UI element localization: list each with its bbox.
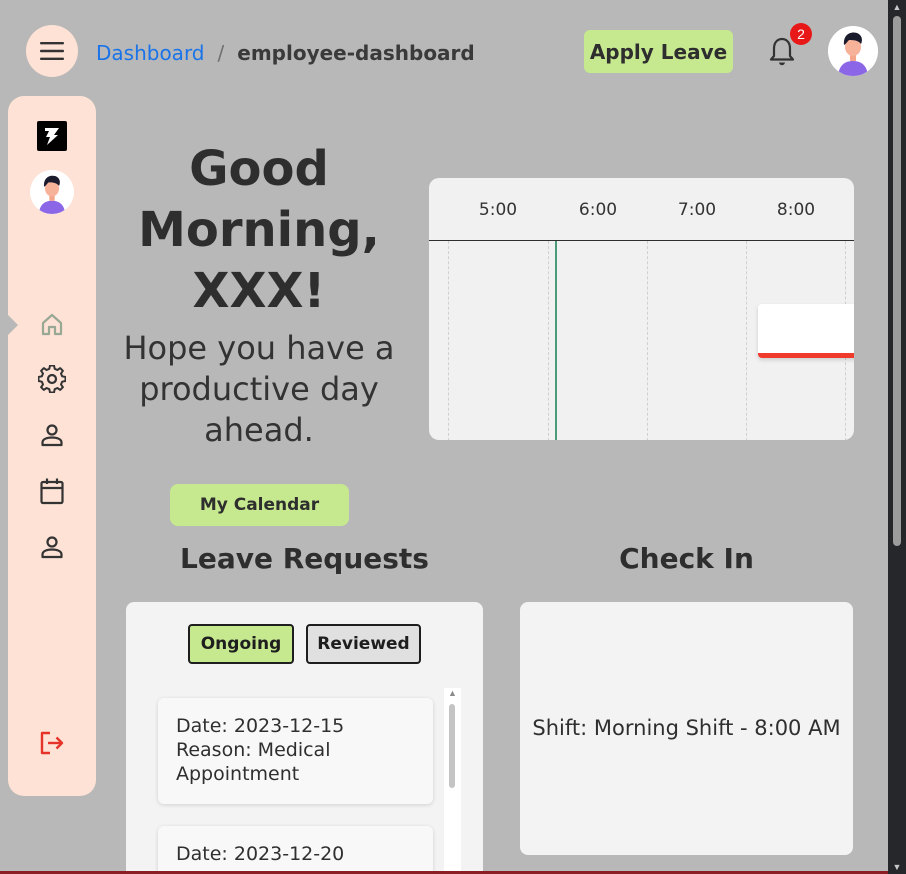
- subtitle-line-1: Hope you have a: [123, 329, 395, 367]
- greeting-line-2: Morning,: [138, 202, 380, 258]
- user-avatar[interactable]: [828, 26, 878, 76]
- tab-reviewed[interactable]: Reviewed: [306, 624, 421, 664]
- timeline-event[interactable]: [758, 304, 854, 358]
- scrollbar-thumb[interactable]: [449, 704, 455, 788]
- hour-label: 5:00: [478, 200, 518, 220]
- timeline-grid-line: [746, 241, 747, 440]
- sidebar: [8, 96, 96, 796]
- sidebar-item-calendar[interactable]: [37, 476, 67, 506]
- scroll-up-arrow-icon[interactable]: ▲: [448, 688, 457, 698]
- leave-request-item[interactable]: Date: 2023-12-20: [158, 826, 433, 874]
- greeting-line-1: Good: [189, 141, 329, 197]
- breadcrumb-current: employee-dashboard: [237, 41, 475, 65]
- scroll-down-arrow-icon[interactable]: ▼: [892, 862, 902, 872]
- sidebar-item-profile[interactable]: [37, 420, 67, 450]
- subtitle-line-2: productive day: [139, 370, 379, 408]
- logout-icon: [40, 731, 64, 755]
- notification-badge: 2: [790, 23, 812, 45]
- person-icon: [41, 536, 63, 559]
- calendar-icon: [40, 478, 64, 505]
- my-calendar-button[interactable]: My Calendar: [170, 484, 349, 526]
- avatar-illustration: [828, 26, 878, 76]
- leave-requests-title: Leave Requests: [180, 542, 429, 575]
- timeline-grid-line: [448, 241, 449, 440]
- shift-info: Shift: Morning Shift - 8:00 AM: [532, 716, 841, 740]
- page-scrollbar-thumb[interactable]: [893, 16, 901, 546]
- breadcrumb-separator: /: [217, 41, 225, 65]
- hour-label: 7:00: [677, 200, 717, 220]
- subtitle-line-3: ahead.: [204, 411, 314, 449]
- check-in-title: Check In: [619, 542, 754, 575]
- hamburger-icon: [40, 42, 64, 60]
- app-logo[interactable]: [37, 121, 67, 151]
- leave-request-item[interactable]: Date: 2023-12-15 Reason: Medical Appoint…: [158, 698, 433, 804]
- timeline-grid-line: [548, 241, 549, 440]
- sidebar-item-employees[interactable]: [37, 532, 67, 562]
- sidebar-item-home[interactable]: [37, 309, 67, 339]
- timeline-grid-line: [647, 241, 648, 440]
- avatar-illustration: [30, 170, 74, 214]
- greeting-title: Good Morning, XXX!: [120, 139, 398, 322]
- requests-scrollbar[interactable]: ▲: [444, 688, 461, 874]
- request-reason-cont: Appointment: [176, 763, 300, 785]
- apply-leave-button[interactable]: Apply Leave: [584, 30, 733, 73]
- request-reason: Reason: Medical: [176, 739, 331, 761]
- gear-icon: [38, 365, 66, 393]
- sidebar-item-logout[interactable]: [37, 728, 67, 758]
- sidebar-avatar[interactable]: [30, 170, 74, 214]
- menu-button[interactable]: [26, 25, 78, 77]
- request-date: Date: 2023-12-20: [176, 843, 345, 865]
- logo-icon: [45, 128, 59, 145]
- hour-label: 6:00: [578, 200, 618, 220]
- current-time-indicator: [555, 241, 557, 440]
- person-icon: [41, 424, 63, 447]
- page-scrollbar[interactable]: ▲ ▼: [888, 0, 906, 874]
- tab-ongoing[interactable]: Ongoing: [188, 624, 294, 664]
- timeline-header-divider: [429, 240, 854, 241]
- greeting-subtitle: Hope you have a productive day ahead.: [120, 328, 398, 451]
- active-item-pointer: [8, 315, 18, 335]
- check-in-card: Shift: Morning Shift - 8:00 AM: [520, 602, 853, 855]
- scroll-up-arrow-icon[interactable]: ▲: [892, 2, 902, 12]
- breadcrumb-link-dashboard[interactable]: Dashboard: [96, 41, 205, 65]
- schedule-timeline[interactable]: 5:00 6:00 7:00 8:00: [429, 178, 854, 440]
- greeting-line-3: XXX!: [192, 263, 326, 319]
- home-icon: [41, 313, 63, 336]
- hour-label: 8:00: [776, 200, 816, 220]
- sidebar-item-settings[interactable]: [37, 364, 67, 394]
- breadcrumb: Dashboard / employee-dashboard: [96, 41, 475, 65]
- leave-requests-card: Ongoing Reviewed Date: 2023-12-15 Reason…: [126, 602, 483, 874]
- request-date: Date: 2023-12-15: [176, 715, 345, 737]
